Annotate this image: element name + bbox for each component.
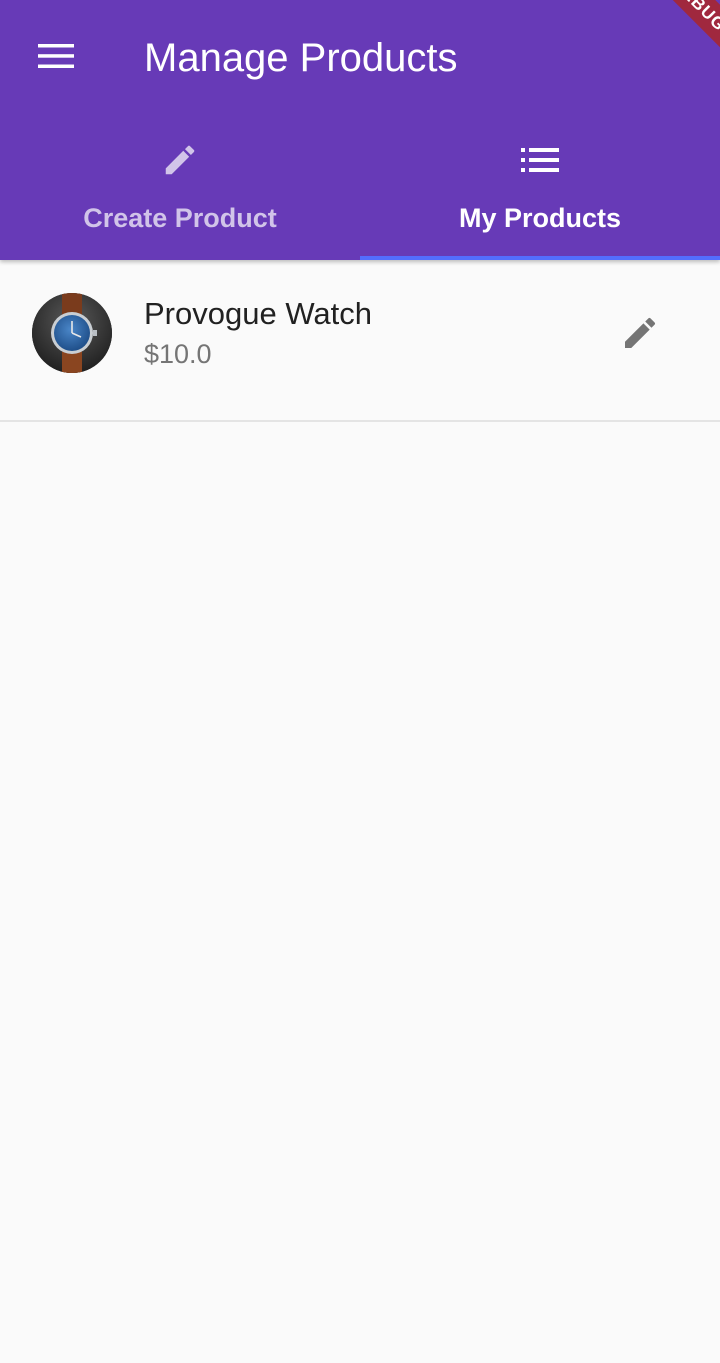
tab-my-products[interactable]: My Products (360, 112, 720, 260)
edit-pencil-icon (625, 317, 656, 348)
product-list: Provogue Watch $10.0 (0, 260, 720, 420)
edit-pencil-icon (160, 140, 200, 180)
hamburger-menu-icon (38, 44, 74, 68)
tab-create-product[interactable]: Create Product (0, 112, 360, 260)
menu-button[interactable] (26, 26, 86, 86)
product-name: Provogue Watch (144, 296, 373, 331)
tab-bar: Create Product My Products (0, 112, 720, 260)
list-item[interactable]: Provogue Watch $10.0 (0, 260, 720, 420)
watch-thumbnail (32, 293, 112, 373)
app-bar: Manage Products Create Product My Produc… (0, 0, 720, 260)
tab-label-my-products: My Products (458, 203, 622, 233)
page-title: Manage Products (144, 36, 458, 80)
tab-indicator (360, 256, 720, 260)
list-icon (520, 140, 560, 180)
edit-product-button[interactable] (612, 305, 668, 361)
tab-label-create-product: Create Product (83, 203, 277, 233)
list-divider (0, 420, 720, 422)
product-price: $10.0 (144, 339, 212, 369)
debug-banner: DEBUG (635, 0, 720, 69)
